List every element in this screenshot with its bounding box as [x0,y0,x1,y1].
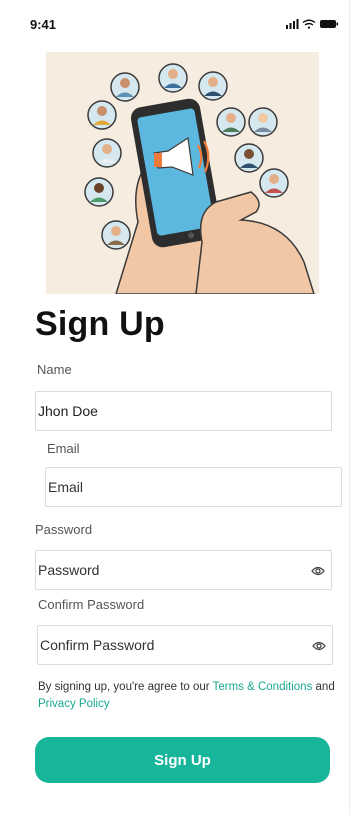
confirm-password-field-container [37,625,333,665]
avatar-icon [87,100,117,130]
status-time: 9:41 [30,17,57,32]
terms-text: By signing up, you're agree to our Terms… [38,679,338,713]
confirm-password-field[interactable] [38,626,332,664]
avatar-icon [234,143,264,173]
privacy-policy-link[interactable]: Privacy Policy [38,698,110,710]
avatar-icon [84,177,114,207]
hero-illustration [46,52,319,294]
status-icons [286,19,339,29]
name-label: Name [37,362,72,377]
email-field-container [45,467,342,507]
email-label: Email [47,441,80,456]
avatar-icon [158,63,188,93]
avatar-icon [101,220,131,250]
avatar-icon [110,72,140,102]
hand-icon [195,191,315,294]
terms-middle: and [312,681,335,693]
password-field-container [35,550,332,590]
status-bar: 9:41 [0,0,350,44]
battery-icon [320,20,339,28]
avatar-icon [259,168,289,198]
terms-conditions-link[interactable]: Terms & Conditions [213,681,313,693]
signal-icon [286,19,299,29]
eye-icon[interactable] [311,565,325,577]
confirm-password-label: Confirm Password [38,597,145,612]
avatar-icon [248,107,278,137]
page-title: Sign Up [35,305,165,343]
avatar-icon [198,71,228,101]
sign-up-button[interactable]: Sign Up [35,737,330,783]
password-field[interactable] [36,551,331,589]
avatar-icon [92,138,122,168]
signup-screen: 9:41 Sign Up Name Jhon Doe Email Email P… [0,0,350,814]
terms-prefix: By signing up, you're agree to our [38,681,213,693]
name-field[interactable] [36,392,331,430]
wifi-icon [302,19,316,29]
password-label: Password [35,522,93,537]
avatar-icon [216,107,246,137]
name-field-container [35,391,332,431]
eye-icon[interactable] [312,640,326,652]
email-field[interactable] [46,468,341,506]
